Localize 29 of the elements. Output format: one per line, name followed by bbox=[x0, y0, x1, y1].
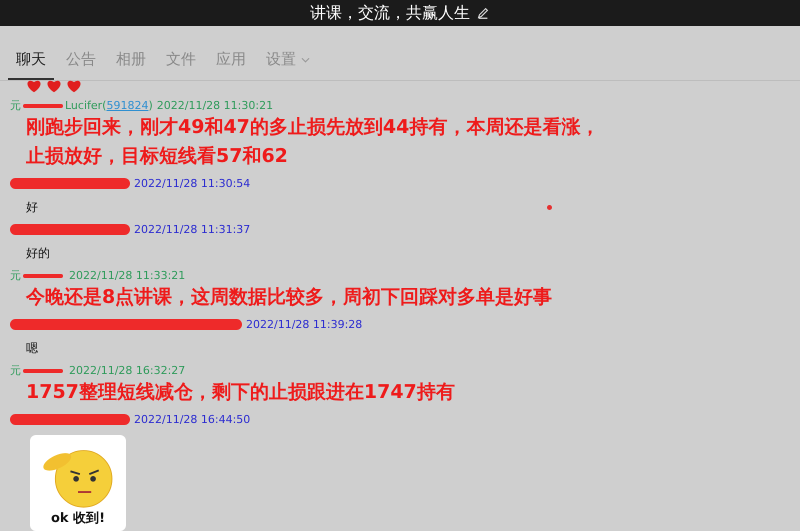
message-time: 2022/11/28 11:31:37 bbox=[134, 223, 250, 236]
message-text: 1757整理短线减仓，剩下的止损跟进在1747持有 bbox=[25, 380, 456, 405]
message-time: 2022/11/28 11:30:54 bbox=[134, 177, 250, 190]
message-text: 刚跑步回来，刚才49和47的多止损先放到44持有，本周还是看涨， bbox=[25, 115, 600, 140]
message-text: 好的 bbox=[26, 245, 50, 262]
tab[interactable]: 相册 bbox=[108, 50, 154, 80]
message-time: 2022/11/28 16:32:27 bbox=[69, 364, 186, 377]
message-time: 2022/11/28 11:33:21 bbox=[69, 269, 186, 282]
stray-mark bbox=[547, 205, 552, 210]
message-time: 2022/11/28 11:39:28 bbox=[246, 318, 362, 331]
message-text: 止损放好，目标短线看57和62 bbox=[25, 144, 289, 169]
message-text: 嗯 bbox=[26, 340, 38, 357]
sender-name: 元 bbox=[10, 363, 21, 378]
message-text: 好 bbox=[26, 199, 38, 216]
message-text: 今晚还是8点讲课，这周数据比较多，周初下回踩对多单是好事 bbox=[24, 285, 554, 310]
sender-name: 元 bbox=[10, 98, 21, 113]
sender-id-link[interactable]: 591824 bbox=[106, 99, 148, 112]
message-time: 2022/11/28 16:44:50 bbox=[134, 413, 250, 426]
window-title: 讲课，交流，共赢人生 bbox=[310, 2, 470, 24]
sender-name: ) bbox=[148, 99, 153, 112]
tab[interactable]: 设置 bbox=[258, 50, 318, 80]
tab[interactable]: 应用 bbox=[208, 50, 254, 80]
edit-icon[interactable] bbox=[476, 6, 490, 20]
tab[interactable]: 文件 bbox=[158, 50, 204, 80]
sender-name: Lucifer( bbox=[65, 99, 106, 112]
tab[interactable]: 公告 bbox=[58, 50, 104, 80]
message-time: 2022/11/28 11:30:21 bbox=[156, 99, 274, 112]
sticker-caption: ok 收到! bbox=[50, 510, 106, 527]
sender-name: 元 bbox=[10, 268, 21, 283]
